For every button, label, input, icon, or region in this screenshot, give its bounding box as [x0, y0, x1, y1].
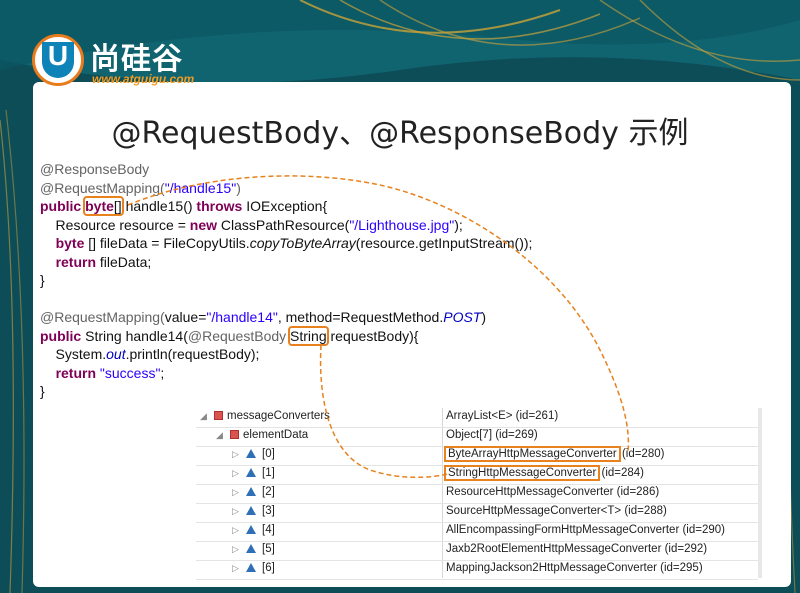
collapse-icon[interactable]: ◢	[216, 430, 226, 441]
collapse-icon[interactable]: ◢	[200, 411, 210, 422]
tree-row-item-3[interactable]: ▷ [3] SourceHttpMessageConverter<T> (id=2…	[196, 503, 758, 523]
field-icon	[214, 411, 223, 421]
code-line: byte [] fileData = FileCopyUtils.copyToB…	[55, 235, 533, 251]
field-icon	[230, 430, 239, 440]
element-icon	[246, 506, 256, 516]
logo-url: www.atguigu.com	[92, 72, 195, 86]
expand-icon[interactable]: ▷	[232, 544, 242, 555]
code-line: return "success";	[55, 364, 165, 381]
element-icon	[246, 449, 256, 459]
tree-row-elementdata[interactable]: ◢ elementData Object[7] (id=269)	[196, 427, 758, 447]
slide-title: @RequestBody、@ResponseBody 示例	[111, 116, 689, 151]
code-line: }	[40, 383, 45, 399]
code-line: public String handle14(@RequestBody Stri…	[40, 325, 419, 346]
byte-array-return-type: byte[]	[83, 196, 124, 216]
highlighted-converter: ByteArrayHttpMessageConverter	[444, 446, 621, 462]
expand-icon[interactable]: ▷	[232, 525, 242, 536]
expand-icon[interactable]: ▷	[232, 468, 242, 479]
string-param-type: String	[288, 325, 329, 346]
debugger-variables-tree: ◢ messageConverters ArrayList<E> (id=261)…	[196, 408, 758, 580]
tree-row-item-6[interactable]: ▷ [6] MappingJackson2HttpMessageConverter…	[196, 560, 758, 580]
expand-icon[interactable]: ▷	[232, 563, 242, 574]
highlighted-converter: StringHttpMessageConverter	[443, 465, 601, 481]
code-line: public byte[] handle15() throws IOExcept…	[40, 196, 328, 216]
tree-row-messageconverters[interactable]: ◢ messageConverters ArrayList<E> (id=261)	[196, 408, 758, 428]
expand-icon[interactable]: ▷	[232, 487, 242, 498]
code-line: @RequestMapping("/handle15")	[40, 179, 241, 196]
element-icon	[246, 544, 256, 554]
code-line: System.out.println(requestBody);	[40, 346, 260, 362]
code-block: @ResponseBody @RequestMapping("/handle15…	[40, 160, 532, 401]
element-icon	[246, 525, 256, 535]
tree-row-item-1[interactable]: ▷ [1] StringHttpMessageConverter (id=284)	[196, 465, 758, 485]
code-line: }	[40, 272, 45, 288]
expand-icon[interactable]: ▷	[232, 449, 242, 460]
code-line: return fileData;	[55, 253, 152, 270]
code-line: @ResponseBody	[40, 161, 150, 177]
tree-row-item-5[interactable]: ▷ [5] Jaxb2RootElementHttpMessageConverte…	[196, 541, 758, 561]
expand-icon[interactable]: ▷	[232, 506, 242, 517]
tree-scrollbar[interactable]	[758, 408, 762, 578]
logo-u-icon: U	[32, 34, 84, 86]
tree-row-item-4[interactable]: ▷ [4] AllEncompassingFormHttpMessageConve…	[196, 522, 758, 542]
code-line: Resource resource = new ClassPathResourc…	[40, 216, 463, 233]
element-icon	[246, 487, 256, 497]
element-icon	[246, 468, 256, 478]
brand-logo: U 尚硅谷 www.atguigu.com	[32, 34, 232, 86]
code-line: @RequestMapping(value="/handle14", metho…	[40, 309, 487, 325]
element-icon	[246, 563, 256, 573]
tree-row-item-2[interactable]: ▷ [2] ResourceHttpMessageConverter (id=28…	[196, 484, 758, 504]
tree-row-item-0[interactable]: ▷ [0] ByteArrayHttpMessageConverter (id=2…	[196, 446, 758, 466]
